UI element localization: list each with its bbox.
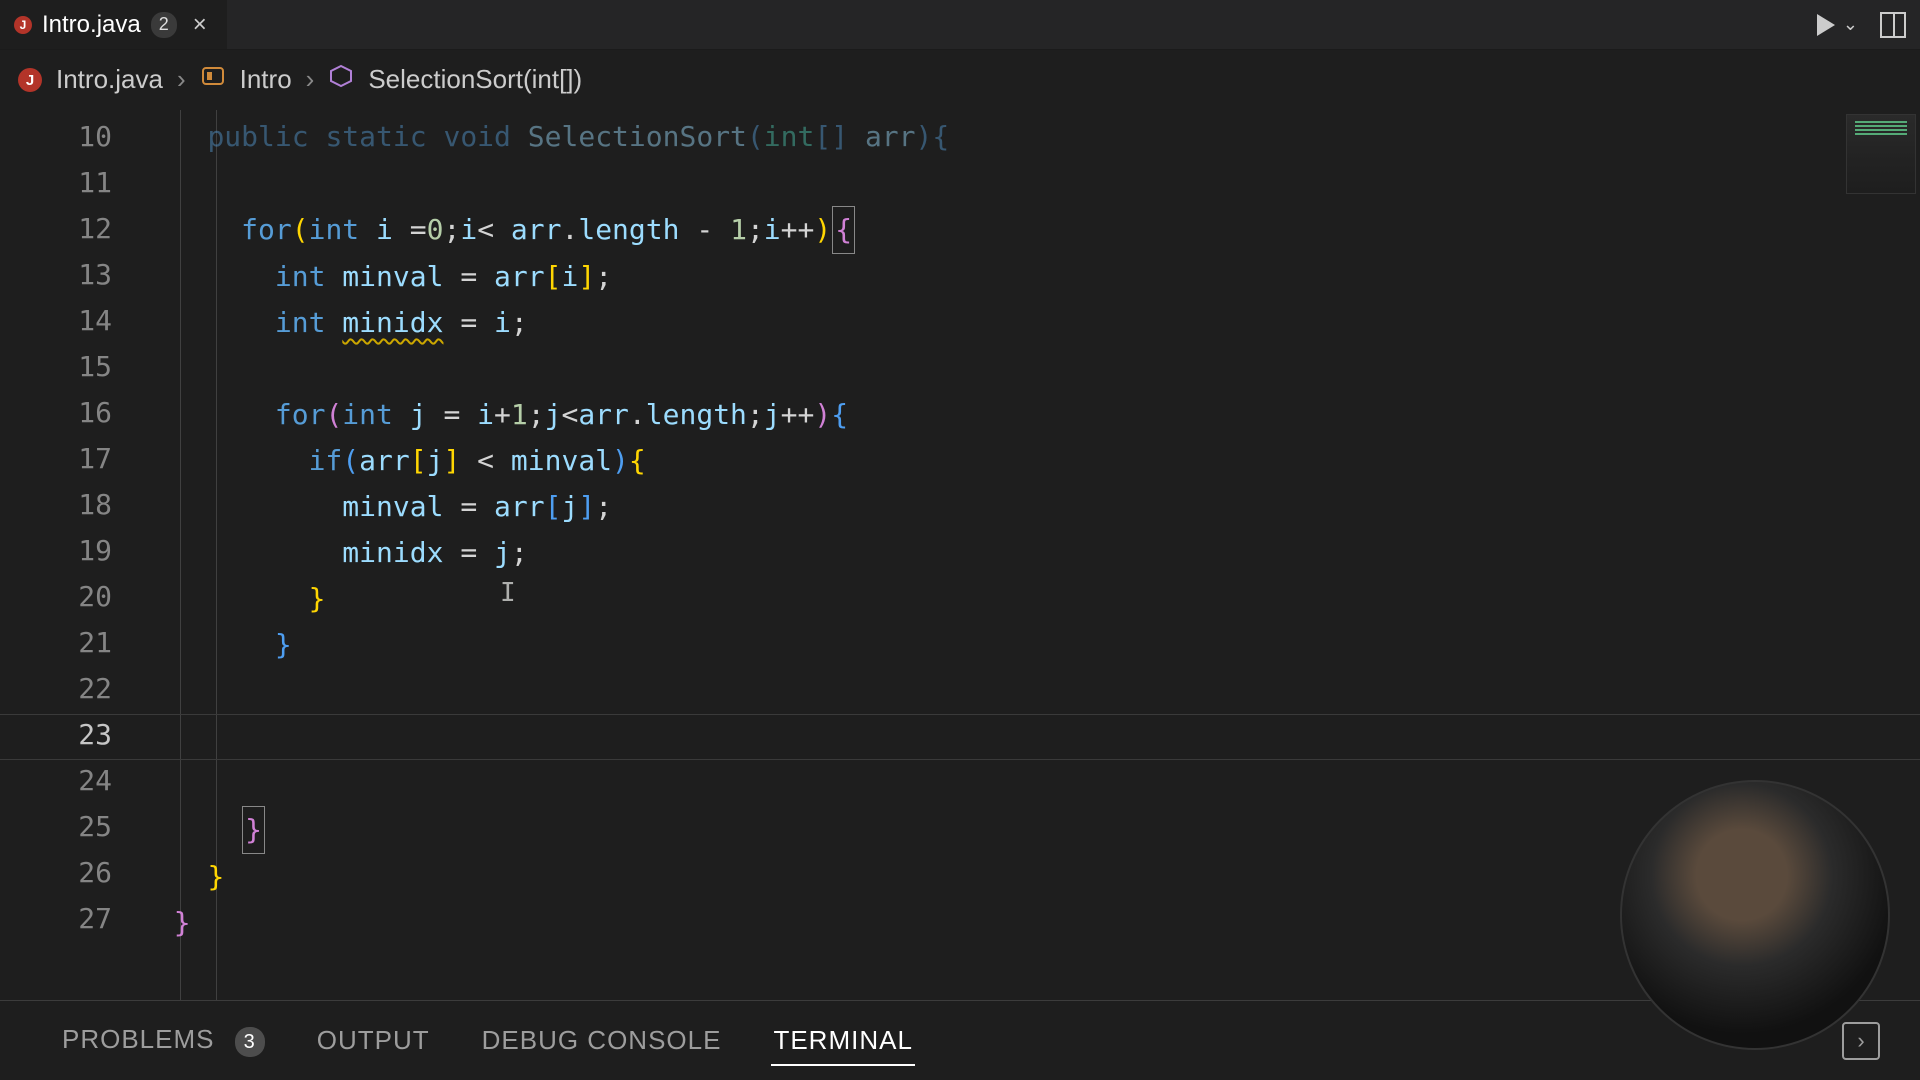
breadcrumb-method[interactable]: SelectionSort(int[])	[368, 64, 582, 95]
line-number: 18	[0, 482, 112, 528]
breadcrumb-file[interactable]: Intro.java	[56, 64, 163, 95]
editor-actions: ⌄	[1803, 0, 1920, 49]
line-number: 25	[0, 804, 112, 850]
line-number: 21	[0, 620, 112, 666]
tab-label: PROBLEMS	[62, 1024, 215, 1054]
show-more-button[interactable]: ›	[1842, 1022, 1880, 1060]
code-line: minval = arr[j];	[140, 484, 1920, 530]
code-line: }	[140, 806, 1920, 854]
bottom-panel: PROBLEMS 3 OUTPUT DEBUG CONSOLE TERMINAL…	[0, 1000, 1920, 1080]
chevron-right-icon: ›	[1857, 1028, 1864, 1054]
tab-output[interactable]: OUTPUT	[315, 1005, 432, 1076]
code-line: }	[140, 900, 1920, 946]
code-line: for(int j = i+1;j<arr.length;j++){	[140, 392, 1920, 438]
java-file-icon: J	[18, 68, 42, 92]
line-number: 14	[0, 298, 112, 344]
tab-problem-badge: 2	[151, 12, 177, 38]
code-line	[140, 160, 1920, 206]
svg-text:J: J	[20, 18, 27, 32]
tab-problems[interactable]: PROBLEMS 3	[60, 1004, 267, 1078]
code-line: }	[140, 854, 1920, 900]
code-line: if(arr[j] < minval){	[140, 438, 1920, 484]
code-line: minidx = j;	[140, 530, 1920, 576]
line-number: 17	[0, 436, 112, 482]
class-icon	[200, 63, 226, 96]
code-line: for(int i =0;i< arr.length - 1;i++){	[140, 206, 1920, 254]
line-number: 26	[0, 850, 112, 896]
tab-strip: J Intro.java 2 × ⌄	[0, 0, 1920, 50]
line-number: 27	[0, 896, 112, 942]
line-number: 16	[0, 390, 112, 436]
code-line: public static void SelectionSort(int[] a…	[140, 114, 1920, 160]
code-line: }	[140, 622, 1920, 668]
code-line	[140, 668, 1920, 714]
line-number-gutter: 10 11 12 13 14 15 16 17 18 19 20 21 22 2…	[0, 110, 140, 1000]
code-editor[interactable]: 10 11 12 13 14 15 16 17 18 19 20 21 22 2…	[0, 110, 1920, 1000]
code-line: }	[140, 576, 1920, 622]
chevron-right-icon: ›	[177, 64, 186, 95]
code-line: int minval = arr[i];	[140, 254, 1920, 300]
line-number: 13	[0, 252, 112, 298]
svg-text:J: J	[26, 72, 34, 89]
code-line	[140, 760, 1920, 806]
line-number: 20	[0, 574, 112, 620]
breadcrumb-class[interactable]: Intro	[240, 64, 292, 95]
method-icon	[328, 63, 354, 96]
run-menu-chevron-icon[interactable]: ⌄	[1843, 14, 1858, 35]
run-icon[interactable]	[1817, 14, 1835, 36]
code-line	[140, 346, 1920, 392]
line-number: 10	[0, 114, 112, 160]
code-line	[140, 714, 1920, 760]
chevron-right-icon: ›	[306, 64, 315, 95]
line-number: 12	[0, 206, 112, 252]
line-number: 11	[0, 160, 112, 206]
line-number: 19	[0, 528, 112, 574]
line-number: 24	[0, 758, 112, 804]
tab-debug-console[interactable]: DEBUG CONSOLE	[480, 1005, 724, 1076]
code-area[interactable]: public static void SelectionSort(int[] a…	[140, 110, 1920, 1000]
code-line: int minidx = i;	[140, 300, 1920, 346]
tab-filename: Intro.java	[42, 11, 141, 39]
file-tab-intro[interactable]: J Intro.java 2 ×	[0, 0, 227, 49]
breadcrumb: J Intro.java › Intro › SelectionSort(int…	[0, 50, 1920, 110]
tab-terminal[interactable]: TERMINAL	[771, 1005, 914, 1076]
problems-count-badge: 3	[235, 1027, 265, 1057]
line-number: 15	[0, 344, 112, 390]
line-number: 22	[0, 666, 112, 712]
split-editor-icon[interactable]	[1880, 12, 1906, 38]
close-tab-button[interactable]: ×	[193, 11, 207, 39]
java-file-icon: J	[14, 16, 32, 34]
